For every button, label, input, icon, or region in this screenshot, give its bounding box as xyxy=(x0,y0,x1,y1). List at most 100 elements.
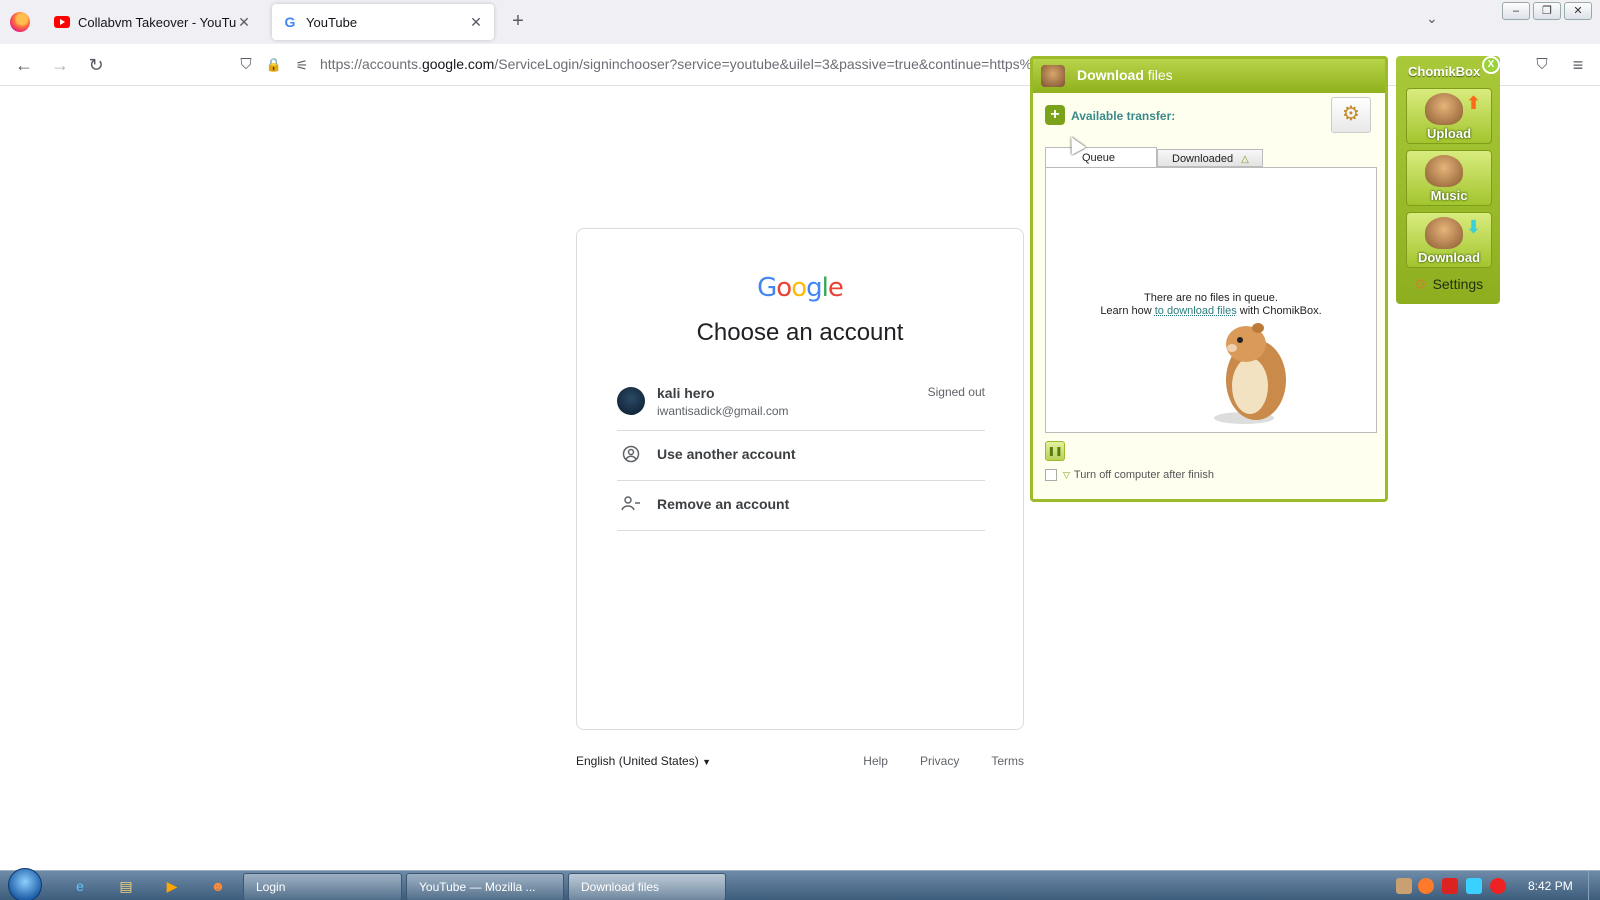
media-player-icon[interactable]: ▶ xyxy=(162,876,182,896)
tab-downloaded[interactable]: Downloaded △ xyxy=(1157,149,1263,167)
page-title: Choose an account xyxy=(696,319,904,346)
back-arrow-icon[interactable]: ← xyxy=(12,54,36,78)
hamburger-menu-icon[interactable]: ≡ xyxy=(1566,54,1590,78)
account-chooser-card: Google Choose an account kali hero iwant… xyxy=(576,228,1024,730)
youtube-favicon-icon xyxy=(54,14,70,30)
chomikbox-taskbar-icon[interactable]: ☻ xyxy=(208,876,228,896)
learn-how-line: Learn how to download files with ChomikB… xyxy=(1046,305,1376,318)
language-selector[interactable]: English (United States) ▼ xyxy=(576,754,711,768)
hamster-icon xyxy=(1425,217,1463,249)
account-name: kali hero xyxy=(657,385,715,401)
download-help-link[interactable]: to download files xyxy=(1155,305,1237,317)
taskbar-button-login[interactable]: Login xyxy=(243,873,402,900)
hamster-icon xyxy=(1425,93,1463,125)
tracking-protection-shield-icon[interactable]: ⛉ xyxy=(234,54,258,78)
tab-youtube[interactable]: G YouTube ✕ xyxy=(272,4,494,40)
account-status: Signed out xyxy=(927,385,985,399)
taskbar-button-download-files[interactable]: Download files xyxy=(568,873,726,900)
forward-arrow-icon[interactable]: → xyxy=(48,54,72,78)
avatar xyxy=(617,387,645,415)
taskbar-button-firefox[interactable]: YouTube — Mozilla ... xyxy=(406,873,564,900)
terms-link[interactable]: Terms xyxy=(991,754,1024,768)
restore-button[interactable]: ❐ xyxy=(1533,2,1561,20)
settings-label: Settings xyxy=(1432,276,1484,292)
use-another-account-label: Use another account xyxy=(657,446,796,462)
minimize-button[interactable]: – xyxy=(1502,2,1530,20)
url-path: /ServiceLogin/signinchooser?service=yout… xyxy=(494,56,1030,72)
queue-panel: There are no files in queue. Learn how t… xyxy=(1045,167,1377,433)
internet-explorer-icon[interactable]: e xyxy=(70,876,90,896)
chomikbox-close-button[interactable]: X xyxy=(1482,56,1500,74)
pause-button[interactable]: ❚❚ xyxy=(1045,441,1065,461)
triangle-up-icon: △ xyxy=(1241,154,1249,165)
remove-account-label: Remove an account xyxy=(657,496,790,512)
download-window-titlebar[interactable]: Download files xyxy=(1033,59,1385,93)
download-button[interactable]: ⬇ Download xyxy=(1406,212,1492,268)
list-all-tabs-chevron-down-icon[interactable]: ⌄ xyxy=(1426,10,1438,27)
google-logo-letter: e xyxy=(827,273,844,303)
url-prefix: https://accounts. xyxy=(320,56,422,72)
download-label: Download xyxy=(1417,250,1481,265)
settings-button[interactable]: ⚙ Settings xyxy=(1414,276,1483,293)
close-tab-icon[interactable]: ✕ xyxy=(468,14,484,31)
tab-queue[interactable]: Queue xyxy=(1045,147,1157,167)
music-button[interactable]: Music xyxy=(1406,150,1492,206)
new-tab-button[interactable]: + xyxy=(506,10,530,33)
account-circle-icon xyxy=(621,445,641,465)
download-window-title: Download files xyxy=(1077,67,1173,83)
lock-icon[interactable]: 🔒 xyxy=(262,54,286,78)
help-link[interactable]: Help xyxy=(863,754,888,768)
shutdown-label: ▽ Turn off computer after finish xyxy=(1063,469,1214,481)
account-row-kali-hero[interactable]: kali hero iwantisadick@gmail.com Signed … xyxy=(617,379,985,431)
tray-network-icon[interactable] xyxy=(1466,878,1482,894)
hamster-mascot-image xyxy=(1214,323,1286,424)
upload-button[interactable]: ⬆ Upload xyxy=(1406,88,1492,144)
google-logo-letter: g xyxy=(806,273,822,303)
empty-queue-message: There are no files in queue. Learn how t… xyxy=(1046,292,1376,318)
explorer-folder-icon[interactable]: ▤ xyxy=(116,876,136,896)
download-files-window: Download files + Available transfer: ⚙ Q… xyxy=(1030,56,1388,502)
url-bar[interactable]: https://accounts.google.com/ServiceLogin… xyxy=(320,56,1030,72)
permissions-icon[interactable]: ⚟ xyxy=(290,54,314,78)
firefox-logo-icon[interactable] xyxy=(10,12,30,32)
show-desktop-button[interactable] xyxy=(1588,871,1600,900)
remove-account-button[interactable]: Remove an account xyxy=(617,481,985,531)
window-controls: – ❐ ✕ xyxy=(1499,2,1592,20)
shutdown-text: Turn off computer after finish xyxy=(1073,469,1214,481)
use-another-account-button[interactable]: Use another account xyxy=(617,431,985,481)
download-settings-gear-icon[interactable]: ⚙ xyxy=(1331,97,1371,133)
chomik-hamster-icon xyxy=(1041,65,1065,87)
upload-label: Upload xyxy=(1426,126,1472,141)
music-label: Music xyxy=(1430,188,1468,203)
available-transfer-label: Available transfer: xyxy=(1071,109,1176,123)
language-label: English (United States) xyxy=(576,754,699,768)
triangle-down-icon: ▽ xyxy=(1063,470,1070,480)
pocket-icon[interactable]: ⛉ xyxy=(1530,54,1554,78)
shutdown-checkbox[interactable] xyxy=(1045,469,1057,481)
title-bold: Download xyxy=(1077,67,1144,83)
tab-downloaded-label: Downloaded xyxy=(1172,153,1234,165)
hamster-headphones-icon xyxy=(1425,155,1463,187)
account-email: iwantisadick@gmail.com xyxy=(657,404,789,418)
remove-person-icon xyxy=(621,495,641,515)
clock[interactable]: 8:42 PM xyxy=(1528,879,1573,893)
tray-chomik-icon[interactable] xyxy=(1396,878,1412,894)
tray-volume-icon[interactable] xyxy=(1490,878,1506,894)
taskbar: e ▤ ▶ ☻ Login YouTube — Mozilla ... Down… xyxy=(0,868,1600,900)
learn-suffix: with ChomikBox. xyxy=(1236,305,1322,317)
tab-collabvm-takeover[interactable]: Collabvm Takeover - YouTube ✕ xyxy=(44,4,262,40)
tab-title: YouTube xyxy=(306,14,358,30)
start-orb-button[interactable] xyxy=(8,868,42,900)
close-window-button[interactable]: ✕ xyxy=(1564,2,1592,20)
add-transfer-plus-icon[interactable]: + xyxy=(1045,105,1065,125)
chevron-down-icon: ▼ xyxy=(702,757,711,767)
tab-title: Collabvm Takeover - YouTube xyxy=(78,14,236,30)
url-domain: google.com xyxy=(421,56,495,72)
close-tab-icon[interactable]: ✕ xyxy=(236,14,252,31)
privacy-link[interactable]: Privacy xyxy=(920,754,959,768)
tray-flame-icon[interactable] xyxy=(1418,878,1434,894)
tray-flag-icon[interactable] xyxy=(1442,878,1458,894)
reload-icon[interactable]: ↻ xyxy=(84,54,108,78)
browser-tab-strip: Collabvm Takeover - YouTube ✕ G YouTube … xyxy=(0,0,1600,44)
download-arrow-icon: ⬇ xyxy=(1465,217,1481,237)
